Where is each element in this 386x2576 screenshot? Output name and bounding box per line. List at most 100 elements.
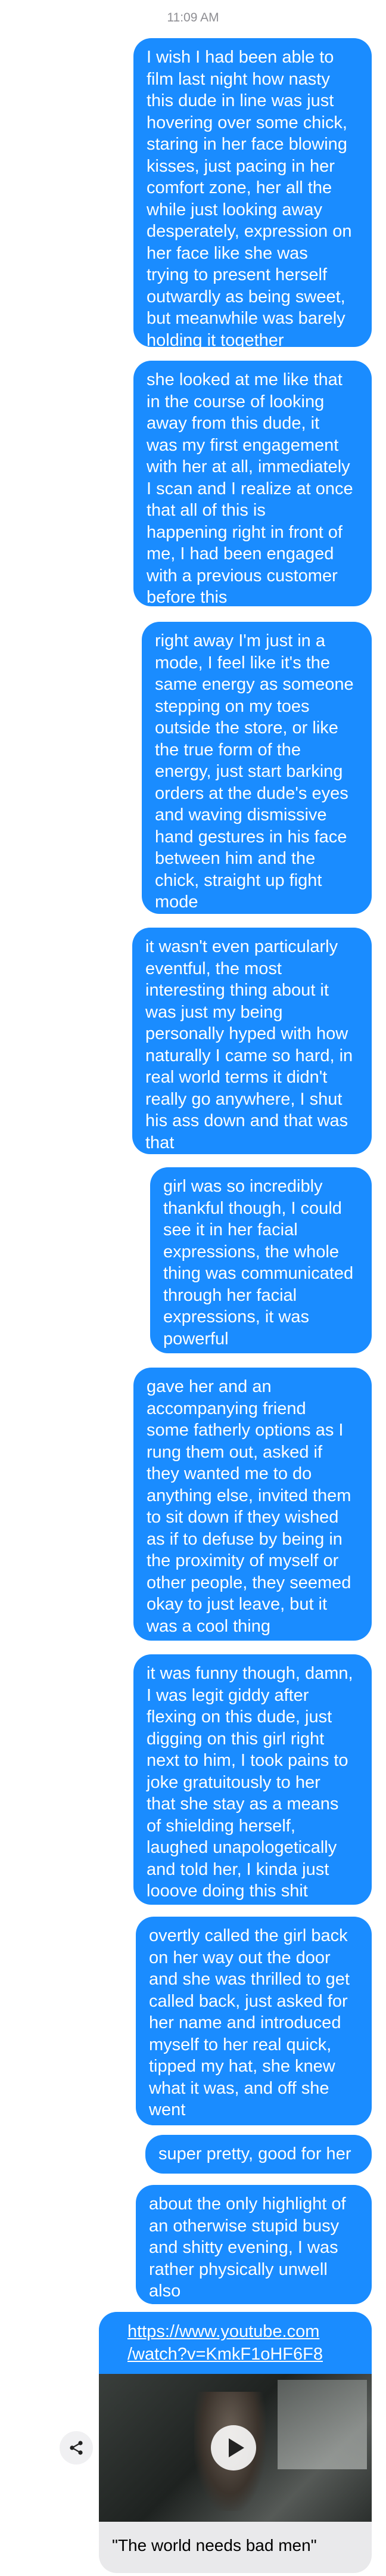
message-line: interesting thing about it <box>145 981 329 1000</box>
message-bubble[interactable]: it wasn't even particularly eventful, the… <box>132 928 372 1154</box>
message-bubble[interactable]: super pretty, good for her <box>145 2135 372 2174</box>
message-line: with a previous customer <box>147 566 338 585</box>
message-line: see it in her facial <box>163 1220 298 1239</box>
message-line: okay to just leave, but it <box>147 1595 328 1614</box>
message-line: that she stay as a means <box>147 1794 339 1814</box>
message-line: also <box>149 2281 181 2301</box>
message-line: anything else, invited them <box>147 1486 351 1505</box>
message-bubble[interactable]: she looked at me like that in the course … <box>133 361 372 607</box>
message-line: her face like she was <box>147 243 308 263</box>
message-line: she looked at me like that <box>147 370 343 389</box>
message-bubble[interactable]: I wish I had been able to film last night… <box>133 38 372 350</box>
message-line: his ass down and that was <box>145 1111 348 1130</box>
share-icon <box>70 2441 83 2455</box>
message-bubble[interactable]: gave her and an accompanying friend some f… <box>133 1368 372 1641</box>
message-line: in the course of looking <box>147 392 325 411</box>
message-line: hovering over some chick, <box>147 113 347 132</box>
link-preview-card[interactable]: https://www.youtube.com /watch?v=KmkF1oH… <box>99 2312 372 2573</box>
message-line: comfort zone, her all the <box>147 178 332 197</box>
message-line: really go anywhere, I shut <box>145 1089 343 1109</box>
message-line: with her at all, immediately <box>147 457 350 476</box>
message-line: looove doing this shit <box>147 1881 308 1901</box>
message-line: rather physically unwell <box>149 2259 328 2279</box>
message-line: away from this dude, it <box>147 414 320 433</box>
message-line: on her way out the door <box>149 1948 331 1967</box>
message-line: digging on this girl right <box>147 1729 325 1749</box>
message-line: I scan and I realize at once <box>147 479 353 498</box>
message-line: mode <box>155 892 198 912</box>
message-bubble[interactable]: overtly called the girl back on her way o… <box>136 1917 372 2125</box>
message-line: desperately, expression on <box>147 222 352 241</box>
play-button[interactable] <box>211 2425 256 2470</box>
message-line: her name and introduced <box>149 2013 341 2032</box>
message-bubble[interactable]: about the only highlight of an otherwise … <box>136 2185 372 2304</box>
message-line: same energy as someone <box>155 675 354 694</box>
message-line: me, I had been engaged <box>147 544 334 563</box>
message-line: before this <box>147 588 228 607</box>
link-url-line: /watch?v=KmkF1oHF6F8 <box>127 2345 323 2364</box>
message-line: between him and the <box>155 849 316 868</box>
message-line: overtly called the girl back <box>149 1926 348 1945</box>
message-line: through her facial <box>163 1285 297 1305</box>
link-url[interactable]: https://www.youtube.com /watch?v=KmkF1oH… <box>99 2312 372 2374</box>
message-line: outside the store, or like <box>155 718 338 737</box>
message-line: and shitty evening, I was <box>149 2238 338 2257</box>
video-thumbnail[interactable] <box>99 2374 372 2522</box>
message-line: next to him, I took pains to <box>147 1751 348 1770</box>
message-line: that <box>145 1133 175 1152</box>
message-line: laughed unapologetically <box>147 1838 337 1857</box>
message-line: I wish I had been able to <box>147 48 334 67</box>
message-line: this dude in line was just <box>147 91 334 110</box>
play-icon <box>229 2438 244 2457</box>
message-line: it was funny though, damn, <box>147 1664 353 1683</box>
message-line: energy, just start barking <box>155 762 343 781</box>
link-title: "The world needs bad men" <box>112 2536 317 2555</box>
message-line: kisses, just pacing in her <box>147 156 335 176</box>
message-bubble[interactable]: girl was so incredibly thankful though, I… <box>150 1167 372 1353</box>
message-line: girl was so incredibly <box>163 1177 323 1196</box>
message-line: as if to defuse by being in <box>147 1529 343 1549</box>
message-line: myself to her real quick, <box>149 2035 332 2054</box>
message-line: trying to present herself <box>147 265 328 284</box>
message-line: while just looking away <box>147 200 322 219</box>
message-line: other people, they seemed <box>147 1573 351 1592</box>
message-line: personally hyped with how <box>145 1024 348 1043</box>
message-line: thankful though, I could <box>163 1198 342 1218</box>
share-button[interactable] <box>60 2431 93 2465</box>
message-line: the proximity of myself or <box>147 1551 339 1570</box>
message-line: rung them out, asked if <box>147 1442 322 1462</box>
message-line: film last night how nasty <box>147 69 330 89</box>
message-line: the true form of the <box>155 740 301 760</box>
message-line: and waving dismissive <box>155 805 327 824</box>
message-line: real world terms it didn't <box>145 1068 328 1087</box>
message-line: I was legit giddy after <box>147 1685 309 1705</box>
message-line: what it was, and off she <box>149 2078 329 2098</box>
message-line: right away I'm just in a <box>155 631 325 650</box>
message-line: expressions, it was <box>163 1307 309 1326</box>
message-line: naturally I came so hard, in <box>145 1046 353 1065</box>
message-line: some fatherly options as I <box>147 1421 344 1440</box>
message-line: thing was communicated <box>163 1264 354 1283</box>
message-line: joke gratuitously to her <box>147 1772 320 1792</box>
message-line: was my first engagement <box>147 435 339 455</box>
message-line: flexing on this dude, just <box>147 1707 332 1726</box>
message-bubble[interactable]: right away I'm just in a mode, I feel lik… <box>142 622 372 914</box>
message-bubble[interactable]: it was funny though, damn, I was legit gi… <box>133 1654 372 1905</box>
message-line: and told her, I kinda just <box>147 1859 329 1879</box>
message-line: called back, just asked for <box>149 1991 348 2011</box>
message-line: accompanying friend <box>147 1399 306 1418</box>
message-line: powerful <box>163 1329 229 1349</box>
message-line: to sit down if they wished <box>147 1508 339 1527</box>
message-line: an otherwise stupid busy <box>149 2216 340 2236</box>
message-line: outwardly as being sweet, <box>147 287 345 306</box>
message-line: mode, I feel like it's the <box>155 653 331 672</box>
message-line: about the only highlight of <box>149 2194 346 2214</box>
message-line: was a cool thing <box>147 1616 270 1636</box>
message-line: they wanted me to do <box>147 1464 312 1483</box>
message-line: stepping on my toes <box>155 696 310 716</box>
message-timestamp: 11:09 AM <box>167 11 219 24</box>
message-line: went <box>149 2100 186 2119</box>
message-line: hand gestures in his face <box>155 827 347 847</box>
message-line: eventful, the most <box>145 959 282 978</box>
link-url-line: https://www.youtube.com <box>127 2322 320 2341</box>
